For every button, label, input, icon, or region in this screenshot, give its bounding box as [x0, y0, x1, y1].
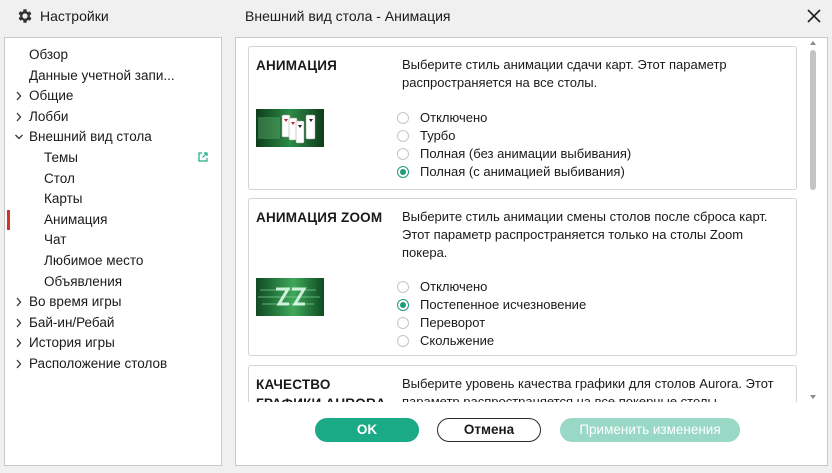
radio-unchecked-icon[interactable]: [397, 148, 409, 160]
chevron-right-icon[interactable]: [14, 296, 24, 308]
radio-label: Полная (с анимацией выбивания): [420, 164, 625, 179]
section-title: КАЧЕСТВО ГРАФИКИ AURORA: [256, 377, 386, 402]
radio-label: Скольжение: [420, 333, 495, 348]
sidebar-item[interactable]: Общие: [5, 86, 221, 106]
sidebar-item[interactable]: Внешний вид стола: [5, 127, 221, 147]
radio-checked-icon[interactable]: [397, 299, 409, 311]
chevron-down-icon[interactable]: [14, 131, 24, 143]
scrollbar-thumb[interactable]: [810, 50, 816, 190]
sidebar-item-label: Расположение столов: [29, 356, 168, 371]
chevron-right-icon[interactable]: [14, 111, 24, 123]
sidebar-item[interactable]: Любимое место: [5, 251, 221, 271]
sidebar-item-label: Внешний вид стола: [29, 129, 152, 145]
radio-unchecked-icon[interactable]: [397, 317, 409, 329]
ok-button[interactable]: OK: [315, 418, 419, 442]
settings-scroll-area: АНИМАЦИЯ Выберите стиль анимации сдачи к…: [236, 38, 806, 402]
sidebar-item-label: Карты: [44, 191, 83, 207]
sidebar-item-label: Данные учетной запи...: [29, 67, 175, 83]
sidebar-item-label: Объявления: [44, 273, 123, 289]
sidebar-item-label: Любимое место: [44, 253, 144, 268]
radio-checked-icon[interactable]: [397, 166, 409, 178]
sidebar-item[interactable]: Стол: [5, 169, 221, 189]
chevron-right-icon[interactable]: [14, 358, 24, 370]
radio-unchecked-icon[interactable]: [397, 130, 409, 142]
sidebar-item[interactable]: Расположение столов: [5, 354, 221, 374]
sidebar-item[interactable]: История игры: [5, 333, 221, 353]
apply-changes-button[interactable]: Применить изменения: [560, 418, 740, 442]
scroll-up-icon[interactable]: [810, 40, 816, 46]
gear-icon: [18, 9, 32, 23]
sidebar-item[interactable]: Темы: [5, 148, 221, 168]
cards-animation-thumbnail: [256, 109, 324, 147]
section-title: АНИМАЦИЯ ZOOM: [256, 210, 383, 225]
sidebar-item[interactable]: Обзор: [5, 45, 221, 65]
sidebar-item-label: Стол: [44, 170, 75, 186]
chevron-right-icon[interactable]: [14, 90, 24, 102]
sidebar-item-label: Обзор: [29, 47, 68, 62]
scroll-down-icon[interactable]: [810, 394, 816, 400]
radio-label: Отключено: [420, 110, 488, 125]
radio-label: Отключено: [420, 279, 488, 294]
sidebar-item[interactable]: Чат: [5, 230, 221, 250]
window-title: Внешний вид стола - Анимация: [245, 8, 451, 24]
title-bar: Настройки Внешний вид стола - Анимация: [0, 0, 832, 32]
radio-unchecked-icon[interactable]: [397, 335, 409, 347]
zoom-logo-thumbnail: [256, 278, 324, 316]
section-title: АНИМАЦИЯ: [256, 58, 338, 73]
sidebar-item-label: Чат: [44, 232, 67, 248]
active-indicator: [7, 209, 10, 230]
radio-label: Полная (без анимации выбивания): [420, 146, 632, 161]
sidebar-item[interactable]: Объявления: [5, 272, 221, 292]
aurora-quality-section: КАЧЕСТВО ГРАФИКИ AURORA Выберите уровень…: [248, 365, 797, 402]
sidebar-item[interactable]: Данные учетной запи...: [5, 66, 221, 86]
animation-section: АНИМАЦИЯ Выберите стиль анимации сдачи к…: [248, 46, 797, 190]
section-description: Выберите уровень качества графики для ст…: [402, 376, 774, 402]
section-description: Выберите стиль анимации сдачи карт. Этот…: [402, 57, 727, 90]
radio-unchecked-icon[interactable]: [397, 112, 409, 124]
sidebar-item-label: Лобби: [29, 108, 69, 124]
cancel-button[interactable]: Отмена: [437, 418, 541, 442]
chevron-right-icon[interactable]: [14, 317, 24, 329]
zoom-animation-section: АНИМАЦИЯ ZOOM Выберите стиль анимации см…: [248, 198, 797, 356]
close-icon[interactable]: [804, 6, 824, 26]
settings-sidebar: Обзор Данные учетной запи... Общие Лобби Вне…: [4, 37, 222, 466]
chevron-right-icon[interactable]: [14, 337, 24, 349]
sidebar-item[interactable]: Анимация: [5, 210, 221, 230]
external-link-icon[interactable]: [197, 151, 209, 163]
radio-label: Переворот: [420, 315, 486, 330]
sidebar-item-label: Общие: [29, 88, 74, 104]
app-title: Настройки: [40, 8, 109, 24]
sidebar-item[interactable]: Карты: [5, 189, 221, 209]
radio-unchecked-icon[interactable]: [397, 281, 409, 293]
sidebar-item-label: История игры: [29, 335, 115, 351]
vertical-scrollbar[interactable]: [807, 40, 819, 400]
sidebar-item[interactable]: Во время игры: [5, 292, 221, 312]
radio-label: Постепенное исчезновение: [420, 297, 587, 312]
settings-content: АНИМАЦИЯ Выберите стиль анимации сдачи к…: [235, 37, 828, 466]
sidebar-item[interactable]: Бай-ин/Ребай: [5, 313, 221, 333]
sidebar-item-label: Анимация: [44, 211, 108, 227]
sidebar-item-label: Бай-ин/Ребай: [29, 314, 115, 330]
sidebar-item-label: Во время игры: [29, 294, 122, 310]
sidebar-item[interactable]: Лобби: [5, 107, 221, 127]
sidebar-item-label: Темы: [44, 150, 78, 165]
radio-label: Турбо: [420, 128, 456, 143]
section-description: Выберите стиль анимации смены столов пос…: [402, 209, 768, 260]
